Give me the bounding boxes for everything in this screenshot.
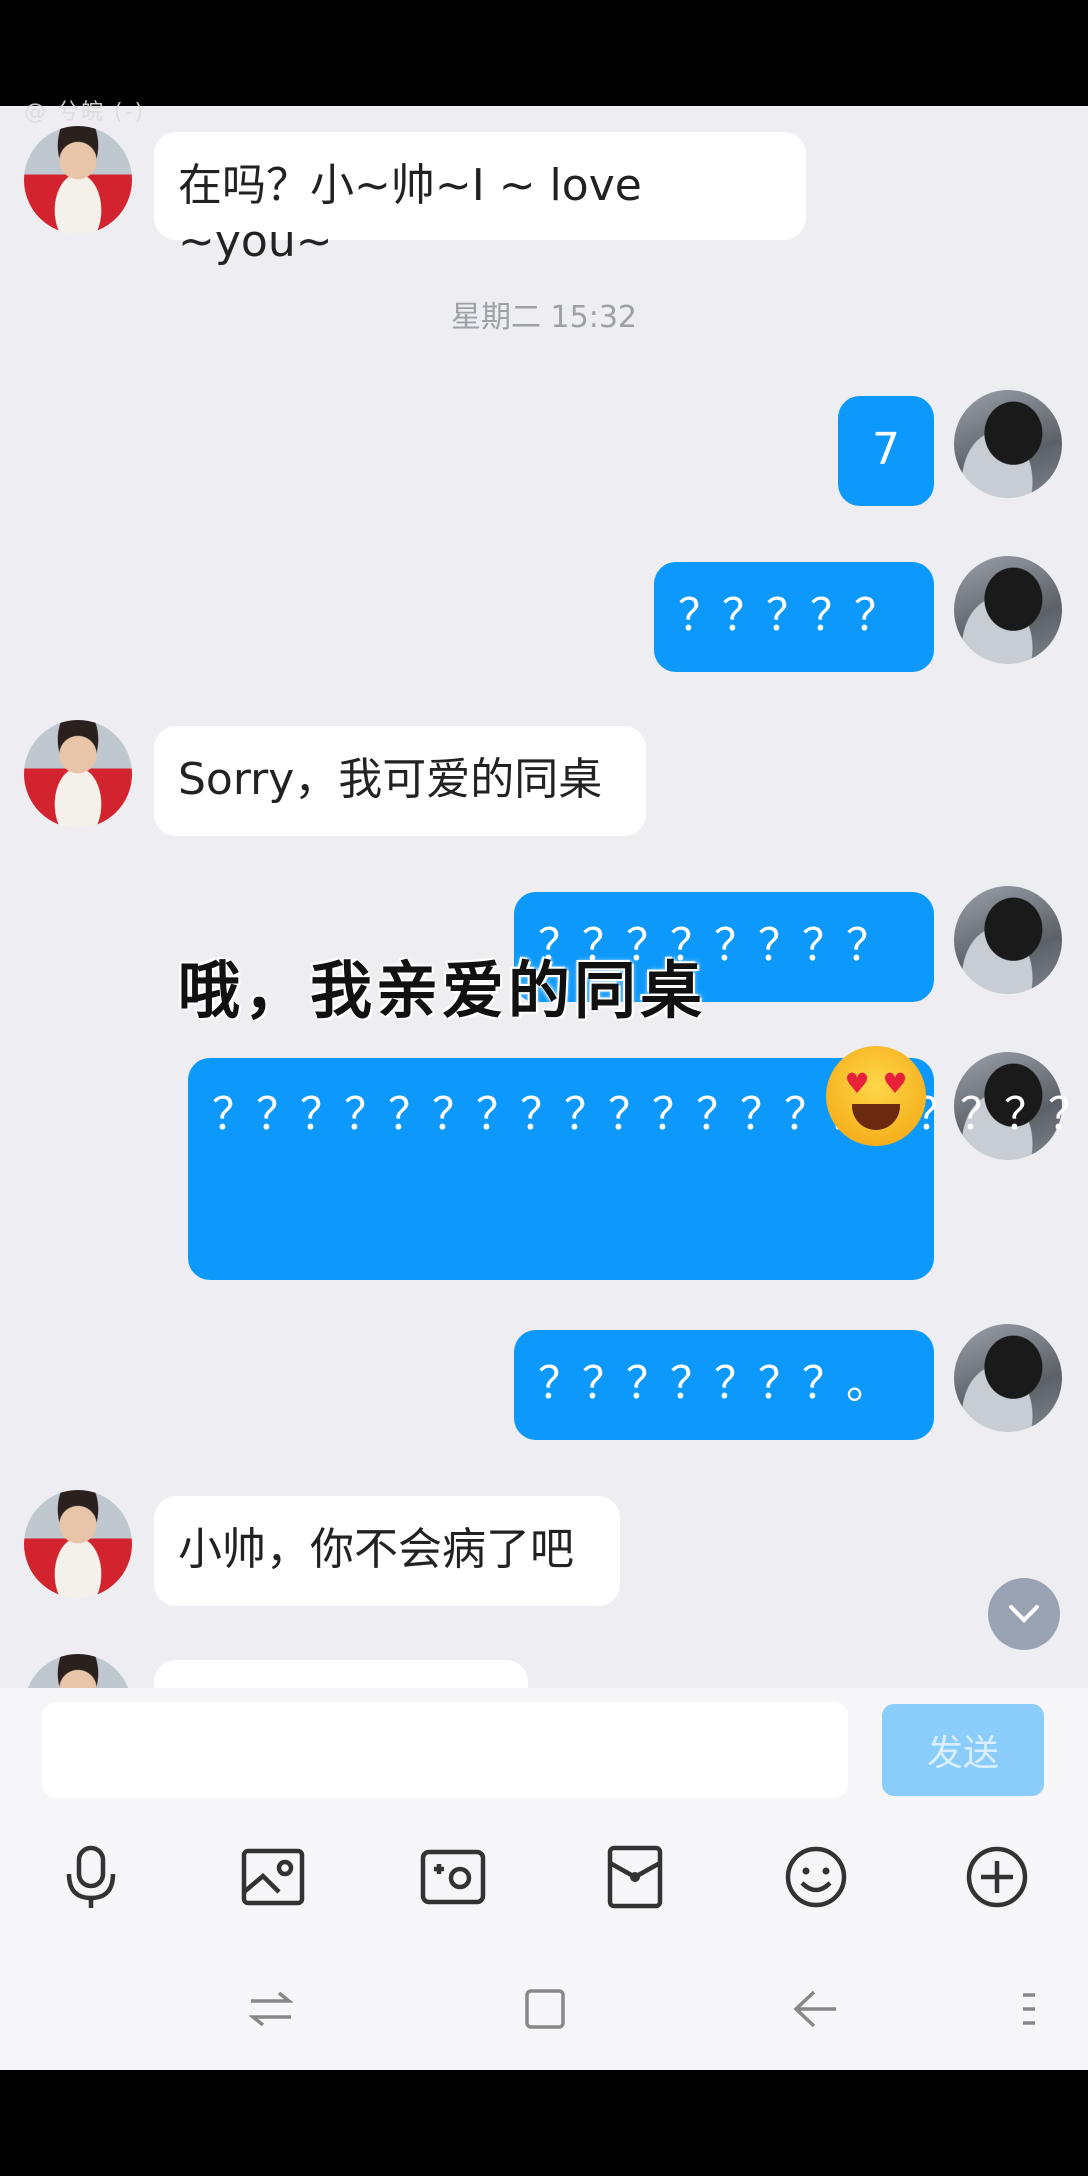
bottom-black-bar (0, 2070, 1088, 2176)
contact-avatar[interactable] (24, 1654, 132, 1688)
outgoing-message[interactable]: ？？？？？？？？？？？？？？？？？？？？？？？？？？？？？？？？？？？？？？？？… (188, 1058, 1088, 1280)
system-nav-bar (0, 1946, 1088, 2070)
scroll-to-bottom-button[interactable] (988, 1578, 1060, 1650)
my-avatar[interactable] (954, 390, 1062, 498)
chat-area[interactable]: 在吗？小~帅~I ~ love ~you~ 星期二 15:32 7 ？？？？？ … (0, 106, 1088, 1688)
video-caption-overlay: 哦，我亲爱的同桌 (178, 954, 707, 1027)
home-icon[interactable] (520, 1984, 570, 2034)
heart-eyes-emoji-icon: ♥ ♥ (826, 1046, 926, 1146)
watermark: @ 兮皖 (-) (24, 100, 146, 125)
incoming-message[interactable]: 在吗？小~帅~I ~ love ~you~ (154, 132, 806, 267)
chevron-down-icon (1009, 1605, 1039, 1623)
outgoing-message[interactable]: 7 (838, 396, 934, 506)
send-button[interactable]: 发送 (882, 1704, 1044, 1796)
my-avatar[interactable] (954, 556, 1062, 664)
plus-icon[interactable] (962, 1842, 1032, 1912)
message-timestamp: 星期二 15:32 (451, 300, 637, 335)
my-avatar[interactable] (954, 1324, 1062, 1432)
image-icon[interactable] (238, 1842, 308, 1912)
back-icon[interactable] (790, 1984, 840, 2034)
contact-avatar[interactable] (24, 126, 132, 234)
incoming-message-partial[interactable] (154, 1660, 528, 1688)
message-input-bar: 发送 (0, 1688, 1088, 1806)
contact-avatar[interactable] (24, 720, 132, 828)
menu-icon[interactable] (1004, 1984, 1054, 2034)
mic-icon[interactable] (56, 1842, 126, 1912)
incoming-message[interactable]: 小帅，你不会病了吧 (154, 1496, 620, 1606)
incoming-message[interactable]: Sorry，我可爱的同桌 (154, 726, 646, 836)
outgoing-message[interactable]: ？？？？？ (654, 562, 934, 672)
chat-toolbar (0, 1806, 1088, 1946)
my-avatar[interactable] (954, 886, 1062, 994)
outgoing-message[interactable]: ？？？？？？？。 (514, 1330, 934, 1440)
top-black-bar (0, 0, 1088, 106)
message-input[interactable] (42, 1702, 848, 1798)
recent-apps-icon[interactable] (246, 1984, 296, 2034)
contact-avatar[interactable] (24, 1490, 132, 1598)
red-packet-icon[interactable] (600, 1842, 670, 1912)
camera-icon[interactable] (418, 1842, 488, 1912)
emoji-icon[interactable] (781, 1842, 851, 1912)
